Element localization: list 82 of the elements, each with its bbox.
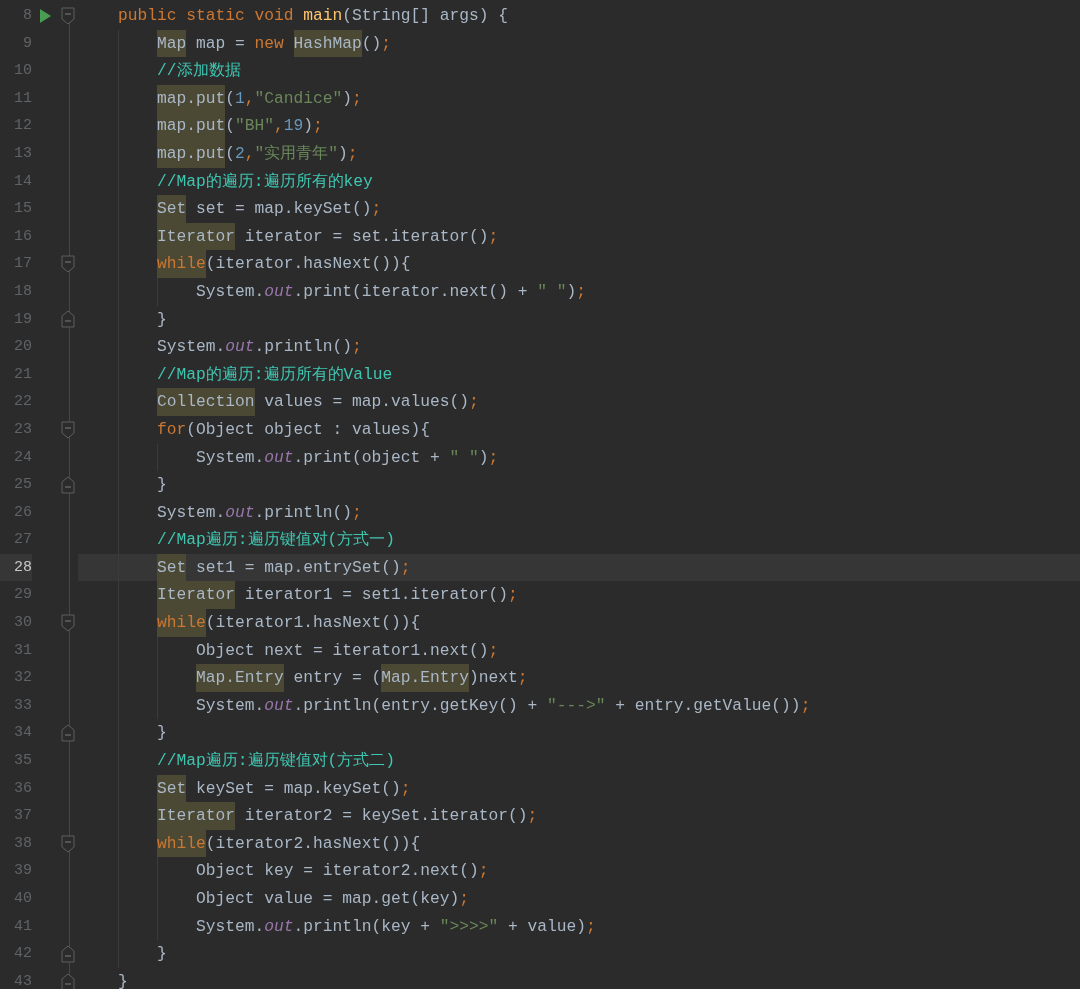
line-number: 33 xyxy=(13,695,32,716)
line-number: 15 xyxy=(13,199,32,220)
code-line: Object key = iterator2.next(); xyxy=(78,857,1080,885)
fold-icon[interactable] xyxy=(61,834,75,853)
code-line: System.out.println(key + ">>>>" + value); xyxy=(78,912,1080,941)
fold-icon[interactable] xyxy=(61,972,75,989)
code-line: } xyxy=(78,940,1080,968)
line-number: 12 xyxy=(13,116,32,137)
code-line: System.out.print(iterator.next() + " "); xyxy=(78,277,1080,306)
code-line: //Map遍历:遍历键值对(方式二) xyxy=(78,747,1080,775)
code-line: for(Object object : values){ xyxy=(78,415,1080,444)
run-icon[interactable] xyxy=(39,8,51,23)
line-number: 32 xyxy=(13,668,32,689)
code-line: System.out.println(entry.getKey() + "--->" + entry.getValue()); xyxy=(78,691,1080,720)
line-number: 16 xyxy=(13,226,32,247)
line-number: 26 xyxy=(13,502,32,523)
code-line: while(iterator.hasNext()){ xyxy=(78,250,1080,278)
code-line: Map.Entry entry = (Map.Entry)next; xyxy=(78,664,1080,692)
line-number: 25 xyxy=(13,475,32,496)
fold-icon[interactable] xyxy=(61,724,75,743)
line-number: 39 xyxy=(13,861,32,882)
code-line: Iterator iterator2 = keySet.iterator(); xyxy=(78,802,1080,830)
code-line: //添加数据 xyxy=(78,57,1080,85)
line-number: 42 xyxy=(13,944,32,965)
line-number: 20 xyxy=(13,337,32,358)
code-line: while(iterator1.hasNext()){ xyxy=(78,609,1080,637)
code-line: Iterator iterator = set.iterator(); xyxy=(78,222,1080,251)
code-line: Set set = map.keySet(); xyxy=(78,195,1080,223)
line-number: 27 xyxy=(13,530,32,551)
line-number: 31 xyxy=(13,640,32,661)
line-number: 9 xyxy=(22,33,32,54)
line-number: 24 xyxy=(13,447,32,468)
code-line: System.out.print(object + " "); xyxy=(78,443,1080,472)
line-number: 11 xyxy=(13,88,32,109)
code-line: //Map遍历:遍历键值对(方式一) xyxy=(78,526,1080,554)
fold-icon[interactable] xyxy=(61,255,75,274)
code-line: } xyxy=(78,305,1080,334)
fold-icon[interactable] xyxy=(61,475,75,494)
code-line: //Map的遍历:遍历所有的Value xyxy=(78,360,1080,389)
line-number: 14 xyxy=(13,171,32,192)
fold-icon[interactable] xyxy=(61,420,75,439)
code-line: } xyxy=(78,471,1080,499)
code-line: while(iterator2.hasNext()){ xyxy=(78,829,1080,858)
fold-icon[interactable] xyxy=(61,945,75,963)
code-line: System.out.println(); xyxy=(78,333,1080,361)
line-number: 17 xyxy=(13,254,32,275)
code-line: } xyxy=(78,719,1080,748)
line-number: 34 xyxy=(13,723,32,744)
line-number: 41 xyxy=(13,916,32,937)
code-line: Map map = new HashMap(); xyxy=(78,29,1080,58)
fold-icon[interactable] xyxy=(61,310,75,329)
line-number: 35 xyxy=(13,751,32,772)
line-number: 43 xyxy=(13,971,32,989)
line-number: 28 xyxy=(0,553,32,582)
line-number: 18 xyxy=(13,281,32,302)
line-number: 22 xyxy=(13,392,32,413)
code-line: public static void main(String[] args) { xyxy=(117,5,510,27)
line-number: 30 xyxy=(13,613,32,634)
code-line: Object next = iterator1.next(); xyxy=(78,636,1080,665)
line-number: 21 xyxy=(13,364,32,385)
line-number: 40 xyxy=(13,889,32,909)
line-number: 38 xyxy=(13,833,32,854)
line-number: 23 xyxy=(13,419,32,440)
code-line: map.put(2,"实用青年"); xyxy=(78,139,1080,168)
code-line: Set keySet = map.keySet(); xyxy=(78,774,1080,803)
code-line: Object value = map.get(key); xyxy=(78,885,1080,913)
line-number: 37 xyxy=(13,806,32,827)
line-number: 29 xyxy=(13,585,32,606)
code-line: Collection values = map.values(); xyxy=(78,388,1080,416)
fold-icon[interactable] xyxy=(61,6,75,25)
line-number: 36 xyxy=(13,778,32,799)
code-line: System.out.println(); xyxy=(78,498,1080,527)
line-number: 19 xyxy=(13,309,32,330)
line-number: 13 xyxy=(13,143,32,164)
code-line: Iterator iterator1 = set1.iterator(); xyxy=(78,581,1080,610)
fold-icon[interactable] xyxy=(61,613,75,632)
line-number: 10 xyxy=(13,61,32,82)
code-line: map.put("BH",19); xyxy=(78,112,1080,140)
code-line: //Map的遍历:遍历所有的key xyxy=(78,167,1080,196)
code-line: map.put(1,"Candice"); xyxy=(78,84,1080,113)
line-number: 8 xyxy=(22,6,32,26)
code-line: } xyxy=(117,970,129,989)
